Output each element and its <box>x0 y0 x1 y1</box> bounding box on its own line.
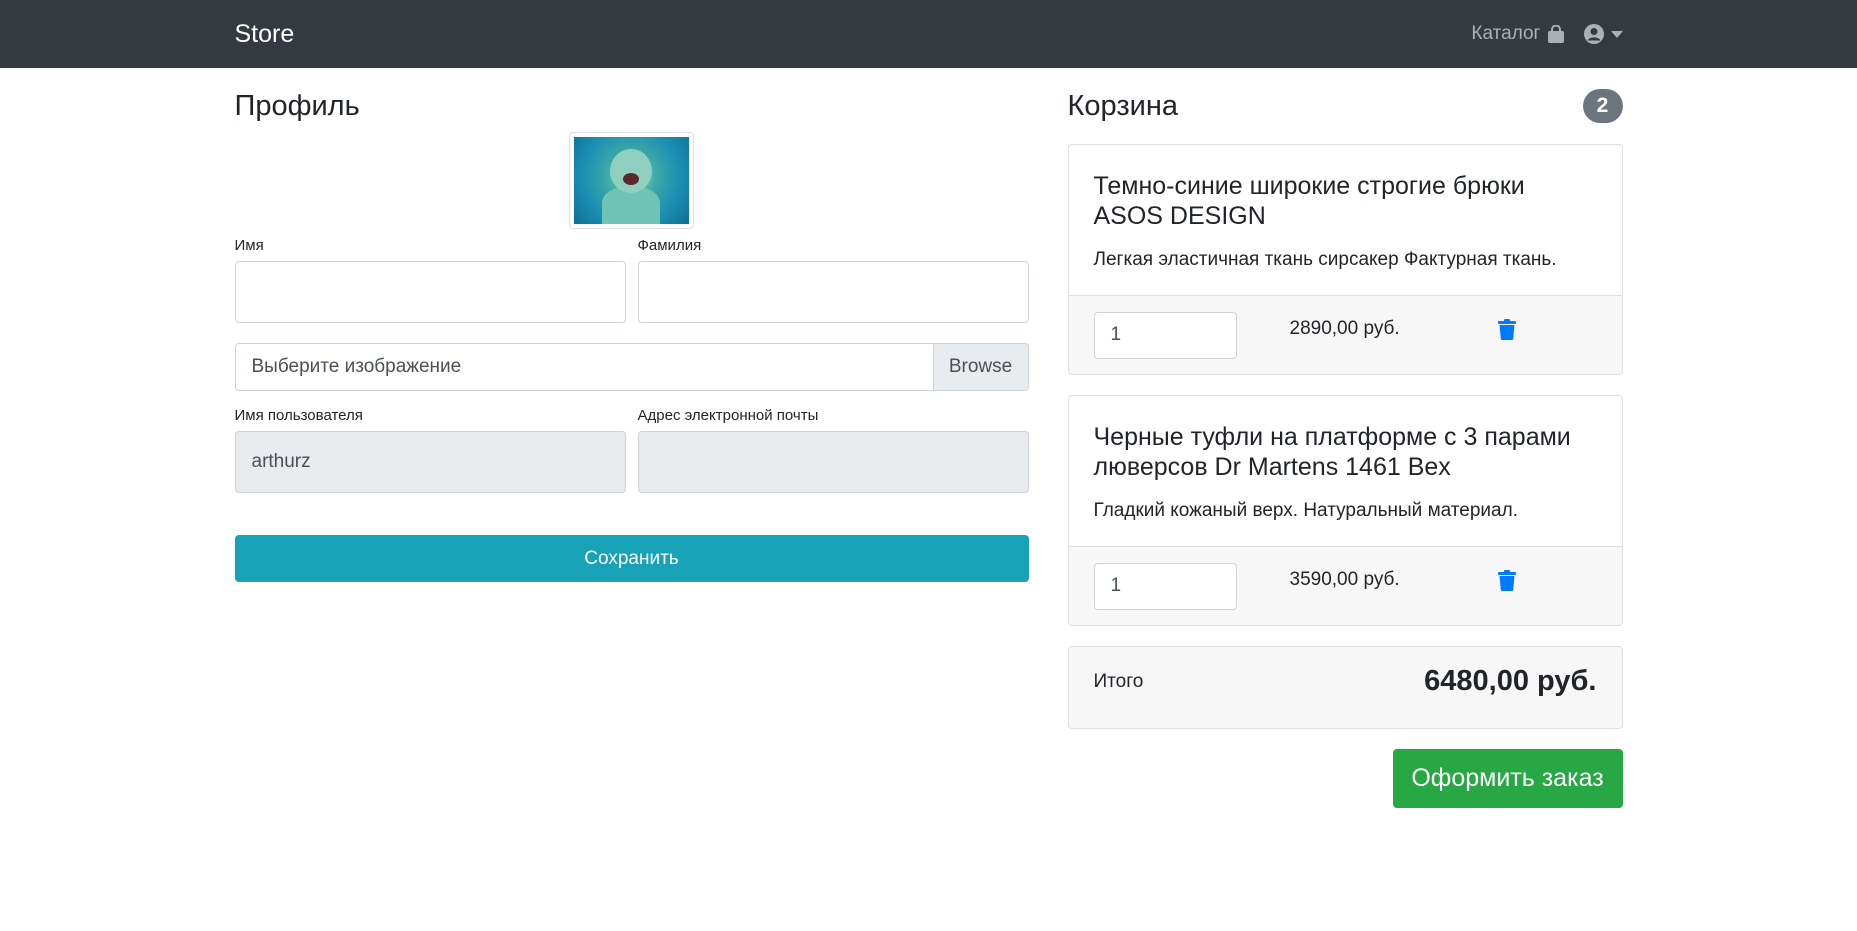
email-label: Адрес электронной почты <box>637 407 819 424</box>
quantity-input[interactable]: 1 <box>1093 311 1237 359</box>
avatar-image <box>574 137 689 224</box>
cart-item: Черные туфли на платформе с 3 парами люв… <box>1067 395 1623 626</box>
cart-item-price: 2890,00 руб. <box>1289 318 1400 339</box>
order-wrap: Оформить заказ <box>1068 749 1623 808</box>
save-button[interactable]: Сохранить <box>234 535 1029 582</box>
first-name-group: Имя <box>234 237 626 323</box>
username-label: Имя пользователя <box>234 407 363 424</box>
name-row: Имя Фамилия <box>234 237 1029 323</box>
profile-title: Профиль <box>234 89 360 122</box>
trash-icon[interactable] <box>1497 569 1516 591</box>
profile-section: Профиль Имя Фамилия Выберите изображение… <box>234 88 1029 808</box>
navbar: Store Каталог <box>0 0 1857 68</box>
cart-item-description: Легкая эластичная ткань сирсакер Фактурн… <box>1093 249 1557 270</box>
avatar <box>569 132 694 229</box>
cart-item-title: Темно-синие широкие строгие брюки ASOS D… <box>1093 172 1525 230</box>
cart-item-footer: 1 3590,00 руб. <box>1068 546 1622 625</box>
first-name-field[interactable] <box>234 261 626 323</box>
file-placeholder[interactable]: Выберите изображение <box>236 344 933 390</box>
cart-item: Темно-синие широкие строгие брюки ASOS D… <box>1067 144 1623 375</box>
cart-item-price: 3590,00 руб. <box>1289 569 1400 590</box>
cart-item-title: Черные туфли на платформе с 3 парами люв… <box>1093 423 1571 481</box>
cart-header: Корзина 2 <box>1068 88 1623 124</box>
cart-item-footer: 1 2890,00 руб. <box>1068 295 1622 374</box>
checkout-button[interactable]: Оформить заказ <box>1392 749 1623 808</box>
navbar-inner: Store Каталог <box>235 20 1623 49</box>
profile-header: Профиль <box>235 88 1029 124</box>
email-field <box>637 431 1029 493</box>
quantity-input[interactable]: 1 <box>1093 562 1237 610</box>
image-file-input[interactable]: Выберите изображение Browse <box>234 343 1029 391</box>
cart-section: Корзина 2 Темно-синие широкие строгие бр… <box>1067 88 1623 808</box>
last-name-field[interactable] <box>637 261 1029 323</box>
brand-link[interactable]: Store <box>235 20 295 49</box>
navbar-right: Каталог <box>1471 23 1623 45</box>
caret-down-icon <box>1610 30 1623 38</box>
account-row: Имя пользователя arthurz Адрес электронн… <box>234 407 1029 493</box>
cart-item-body: Темно-синие широкие строгие брюки ASOS D… <box>1069 145 1622 295</box>
trash-icon[interactable] <box>1497 318 1516 340</box>
total-label: Итого <box>1093 670 1144 692</box>
total-value: 6480,00 руб. <box>1424 665 1597 697</box>
username-field: arthurz <box>234 431 626 493</box>
last-name-label: Фамилия <box>637 237 702 254</box>
cart-total: Итого 6480,00 руб. <box>1067 646 1623 729</box>
username-group: Имя пользователя arthurz <box>234 407 626 493</box>
shopping-bag-icon <box>1547 24 1564 43</box>
last-name-group: Фамилия <box>637 237 1029 323</box>
browse-button[interactable]: Browse <box>932 344 1028 390</box>
user-menu-toggle[interactable] <box>1583 23 1623 45</box>
catalog-link[interactable]: Каталог <box>1471 23 1564 45</box>
catalog-label: Каталог <box>1471 23 1541 44</box>
cart-item-body: Черные туфли на платформе с 3 парами люв… <box>1069 396 1622 546</box>
email-group: Адрес электронной почты <box>637 407 1029 493</box>
avatar-wrap <box>235 132 1029 229</box>
cart-title: Корзина <box>1067 89 1178 122</box>
main-container: Профиль Имя Фамилия Выберите изображение… <box>234 68 1623 808</box>
user-circle-icon <box>1583 24 1604 44</box>
first-name-label: Имя <box>234 237 264 254</box>
cart-item-description: Гладкий кожаный верх. Натуральный матери… <box>1093 500 1518 521</box>
cart-count-badge: 2 <box>1582 89 1623 123</box>
